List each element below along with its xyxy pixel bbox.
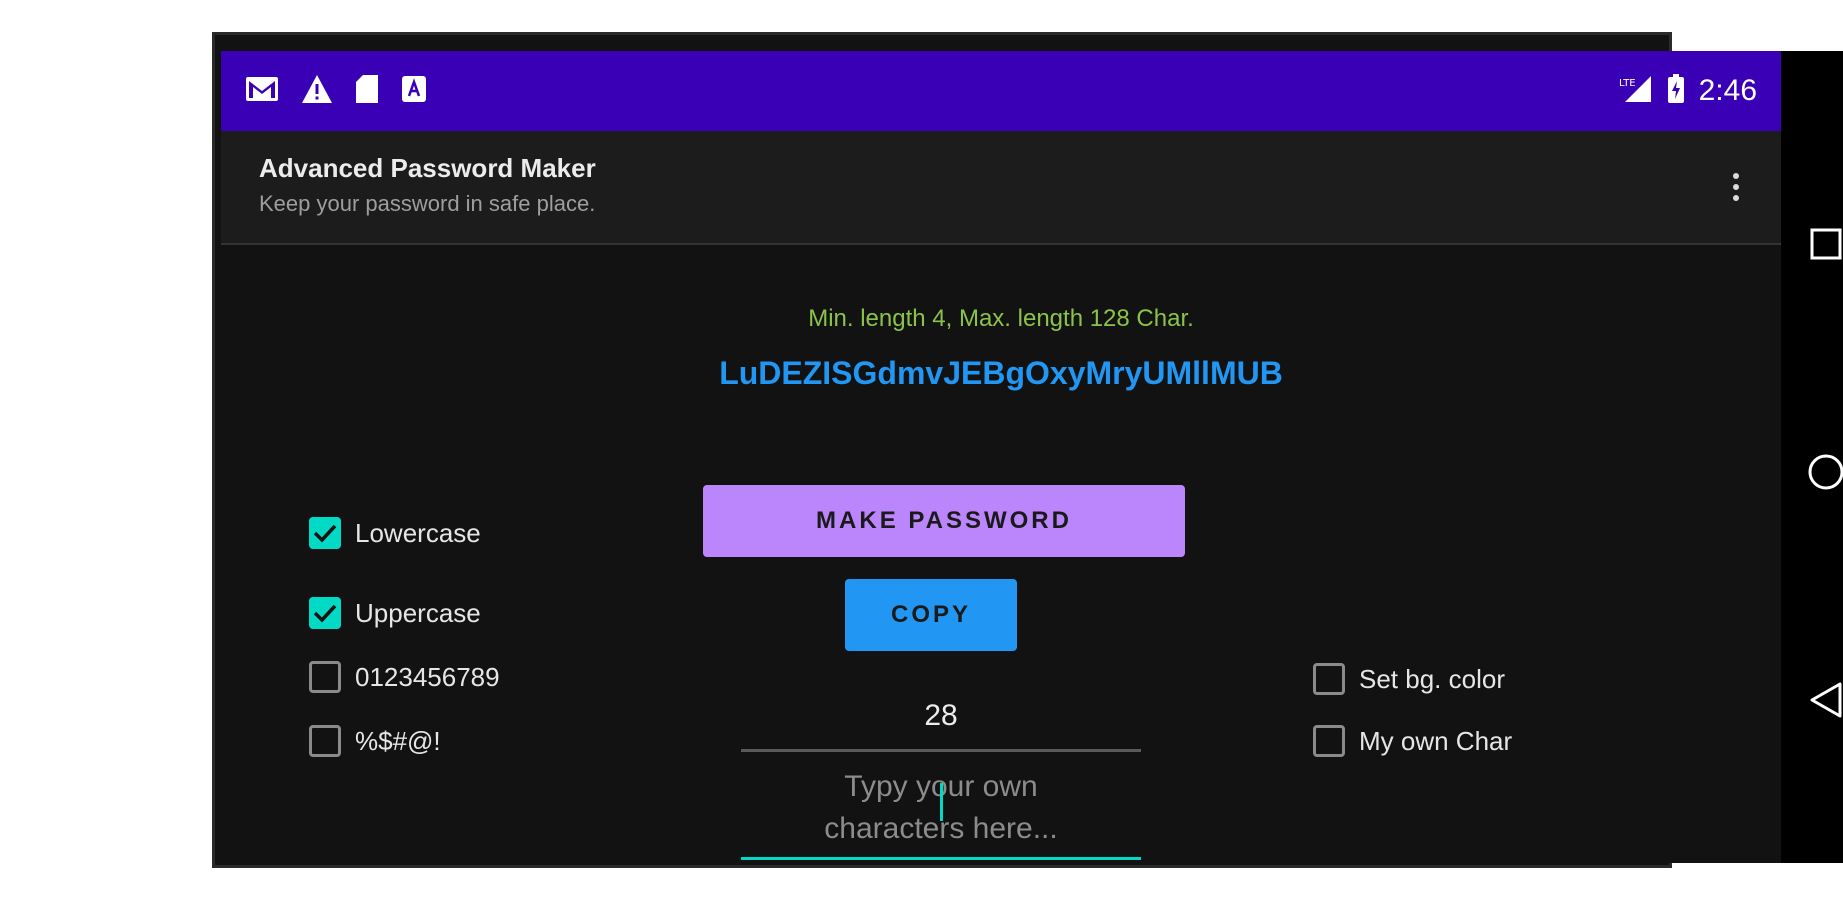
overflow-menu-icon[interactable]: [1721, 159, 1751, 215]
sd-card-icon: [355, 74, 379, 108]
status-time: 2:46: [1698, 74, 1757, 107]
checkbox-label: Uppercase: [355, 597, 481, 628]
app-subtitle: Keep your password in safe place.: [259, 191, 596, 216]
copy-button[interactable]: COPY: [845, 579, 1017, 651]
app-bar: Advanced Password Maker Keep your passwo…: [221, 131, 1781, 245]
checkbox-uppercase[interactable]: Uppercase: [309, 597, 481, 629]
checkbox-unchecked-icon[interactable]: [309, 661, 341, 693]
checkbox-my-own-char[interactable]: My own Char: [1313, 725, 1512, 757]
recents-icon[interactable]: [1781, 199, 1843, 289]
text-cursor: [940, 783, 943, 821]
checkbox-unchecked-icon[interactable]: [309, 725, 341, 757]
main-content: Min. length 4, Max. length 128 Char. LuD…: [221, 245, 1781, 863]
back-icon[interactable]: [1781, 655, 1843, 745]
warning-icon: [301, 74, 333, 108]
svg-text:LTE: LTE: [1619, 78, 1636, 89]
phone-screen: LTE 2:46 Advanced Password Maker Keep yo…: [212, 32, 1843, 868]
length-hint: Min. length 4, Max. length 128 Char.: [808, 305, 1194, 332]
home-icon[interactable]: [1781, 427, 1843, 517]
checkbox-unchecked-icon[interactable]: [1313, 663, 1345, 695]
battery-charging-icon: [1667, 74, 1685, 108]
checkbox-label: My own Char: [1359, 725, 1513, 756]
checkbox-label: %$#@!: [355, 725, 441, 756]
checkbox-label: Lowercase: [355, 517, 481, 548]
font-icon: [401, 75, 427, 107]
checkbox-checked-icon[interactable]: [309, 517, 341, 549]
own-characters-input[interactable]: Typy your own characters here...: [741, 765, 1141, 860]
status-bar: LTE 2:46: [221, 51, 1781, 131]
generated-password: LuDEZISGdmvJEBgOxyMryUMllMUB: [719, 355, 1283, 391]
lte-signal-icon: LTE: [1617, 74, 1653, 108]
checkbox-digits[interactable]: 0123456789: [309, 661, 500, 693]
checkbox-lowercase[interactable]: Lowercase: [309, 517, 481, 549]
password-length-value: 28: [924, 699, 958, 732]
checkbox-symbols[interactable]: %$#@!: [309, 725, 441, 757]
checkbox-label: 0123456789: [355, 661, 500, 692]
checkbox-unchecked-icon[interactable]: [1313, 725, 1345, 757]
make-password-button[interactable]: MAKE PASSWORD: [703, 485, 1185, 557]
checkbox-label: Set bg. color: [1359, 663, 1505, 694]
app-title: Advanced Password Maker: [259, 153, 596, 183]
password-length-input[interactable]: 28: [741, 685, 1141, 752]
checkbox-checked-icon[interactable]: [309, 597, 341, 629]
checkbox-set-bg-color[interactable]: Set bg. color: [1313, 663, 1505, 695]
gmail-icon: [245, 75, 279, 107]
navigation-bar: [1781, 51, 1843, 863]
